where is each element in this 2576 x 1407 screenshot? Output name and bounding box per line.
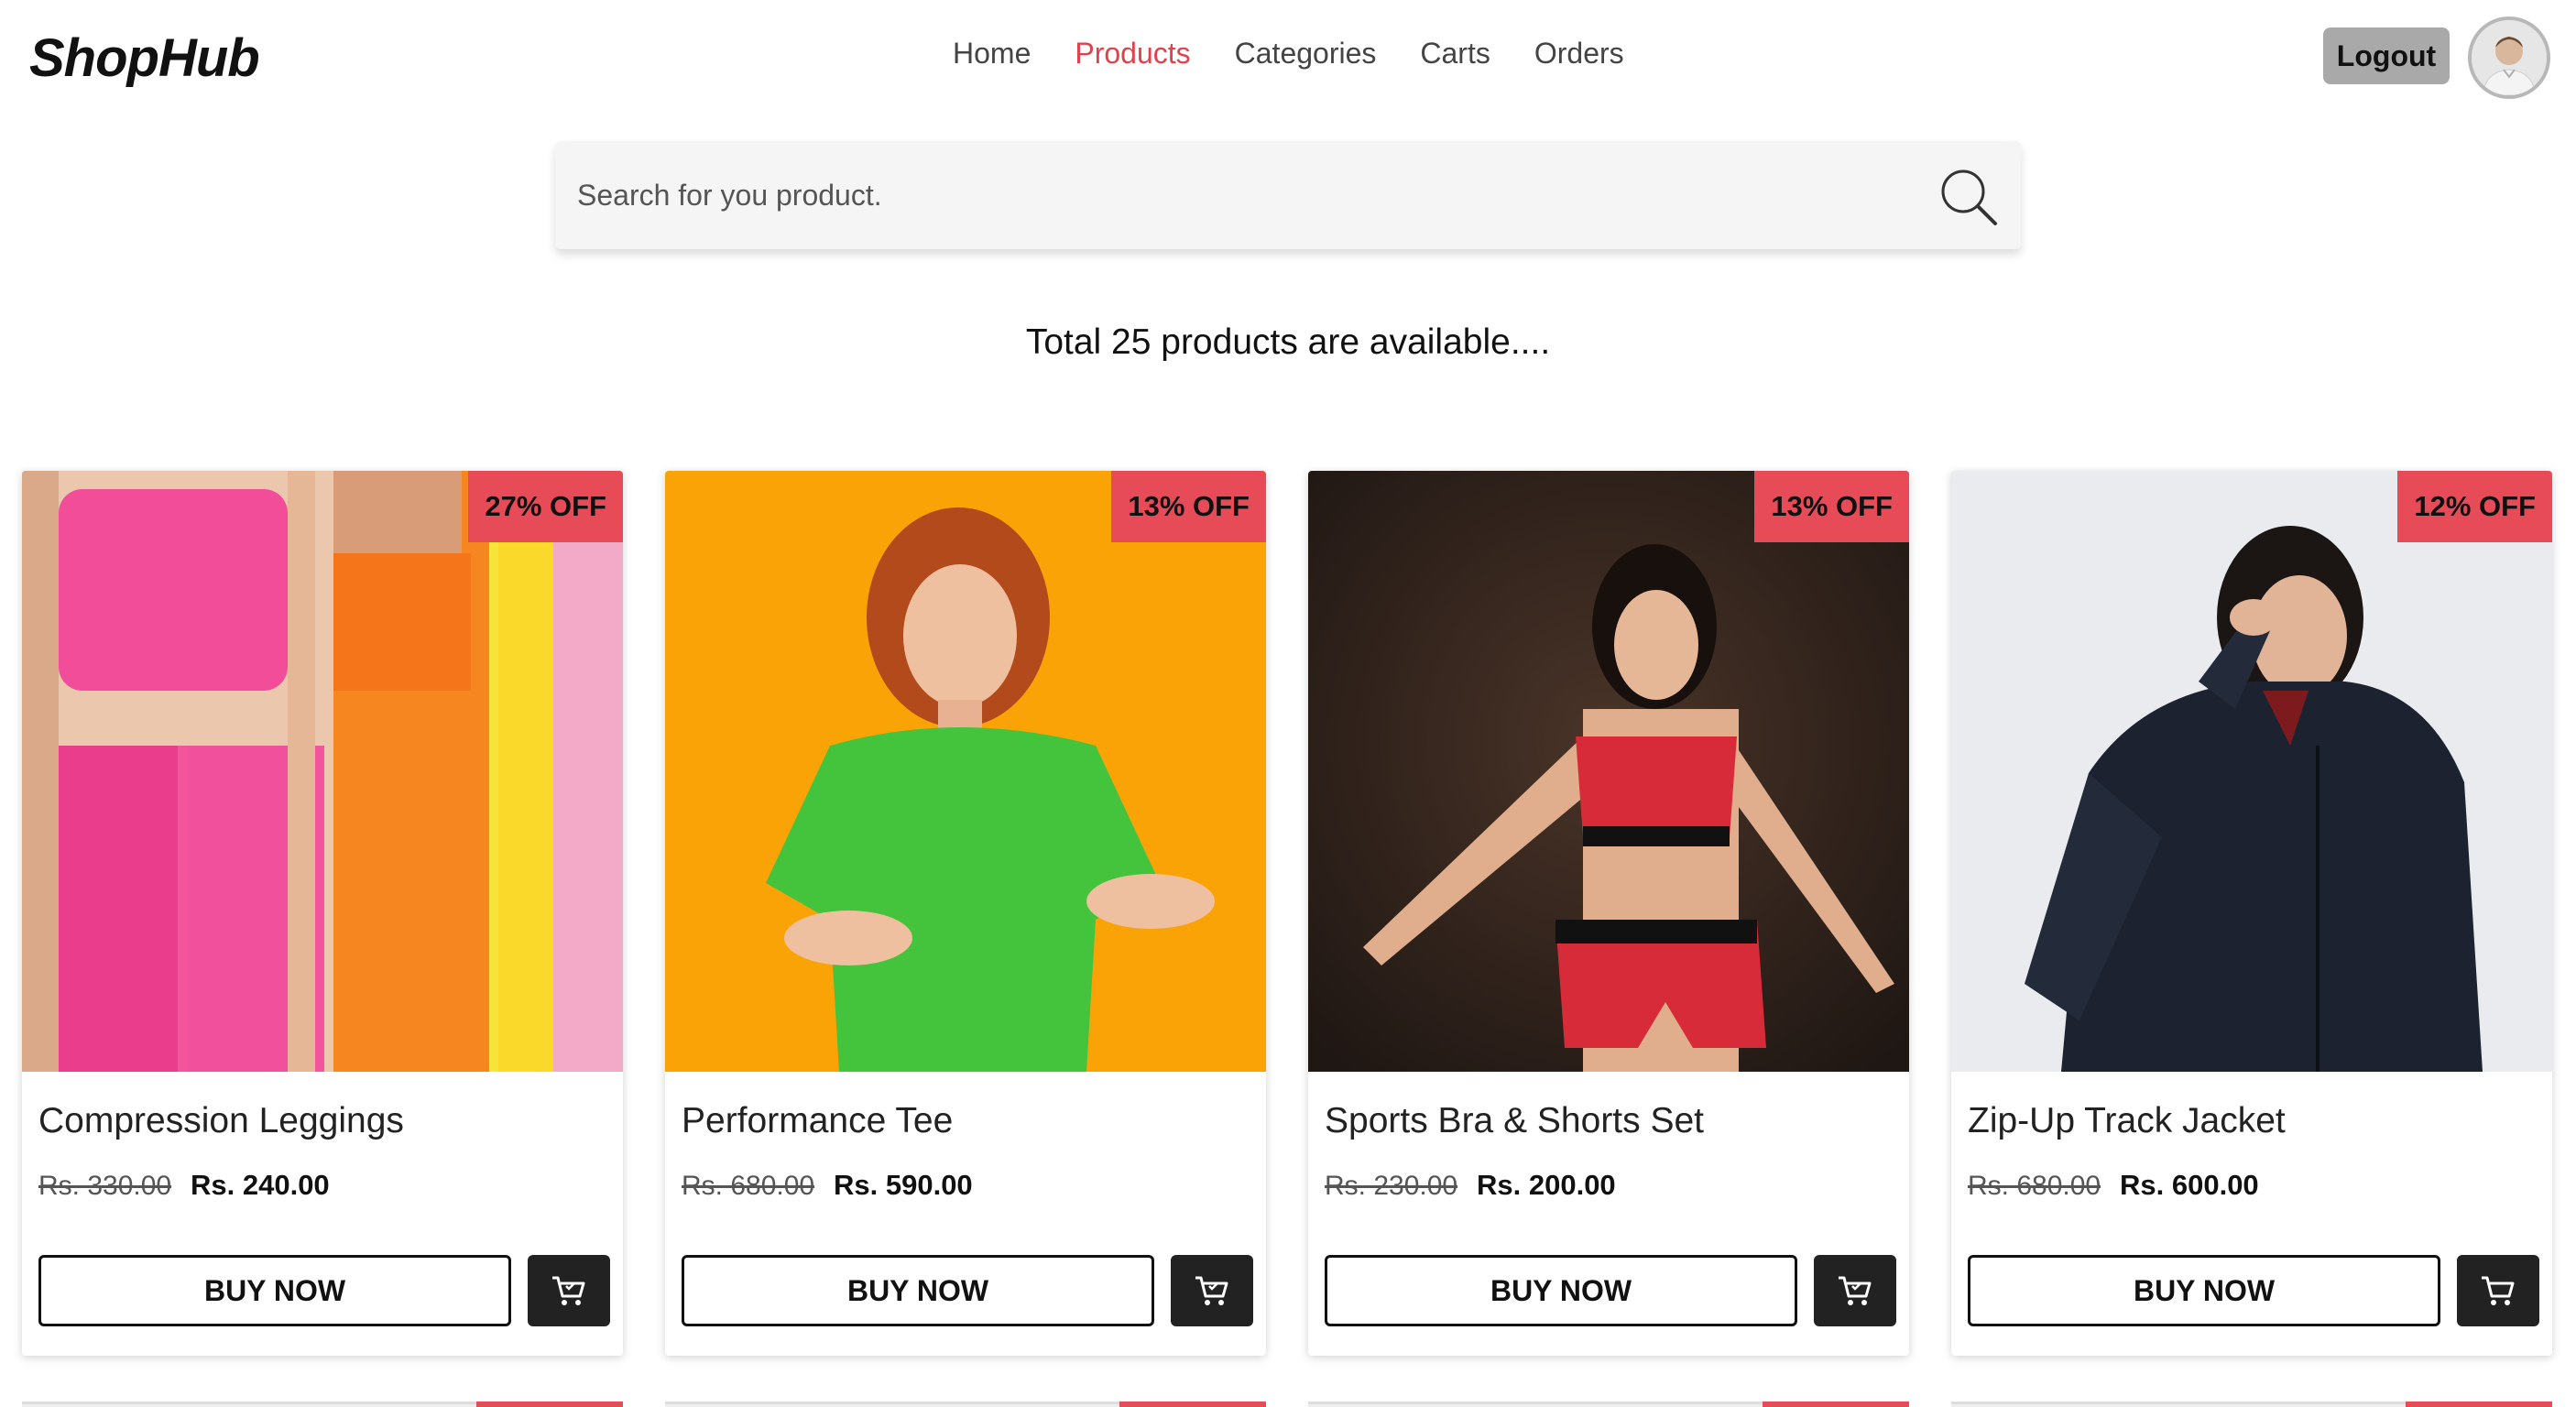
nav-orders[interactable]: Orders <box>1534 37 1624 71</box>
add-to-cart-button[interactable] <box>1814 1255 1896 1326</box>
product-card[interactable]: 27% OFF Compression Leggings Rs. 330.00 … <box>22 471 623 1356</box>
search-icon[interactable] <box>1937 165 2001 229</box>
main-nav: Home Products Categories Carts Orders <box>953 37 1624 71</box>
nav-categories[interactable]: Categories <box>1235 37 1377 71</box>
brand-logo[interactable]: ShopHub <box>29 27 260 89</box>
buy-now-button[interactable]: BUY NOW <box>682 1255 1154 1326</box>
product-card[interactable]: 12% OFF Zip-Up Track Jacket Rs. 680.00 R… <box>1951 471 2552 1356</box>
search-input[interactable] <box>577 169 1896 222</box>
product-card[interactable]: 13% OFF Sports Bra & Shorts Set Rs. 230.… <box>1308 471 1909 1356</box>
buy-now-button[interactable]: BUY NOW <box>38 1255 511 1326</box>
add-to-cart-button[interactable] <box>1171 1255 1253 1326</box>
user-avatar-icon <box>2472 20 2547 95</box>
product-name[interactable]: Compression Leggings <box>38 1101 404 1141</box>
add-to-cart-button[interactable] <box>2457 1255 2539 1326</box>
product-image[interactable] <box>1951 471 2552 1072</box>
buy-now-button[interactable]: BUY NOW <box>1325 1255 1797 1326</box>
discount-badge: 13% OFF <box>1111 471 1266 542</box>
original-price: Rs. 680.00 <box>682 1171 815 1201</box>
product-name[interactable]: Performance Tee <box>682 1101 953 1141</box>
sale-price: Rs. 590.00 <box>834 1169 973 1201</box>
nav-products[interactable]: Products <box>1075 37 1190 71</box>
product-card-peek <box>665 1402 1266 1407</box>
product-image[interactable] <box>1308 471 1909 1072</box>
cart-icon <box>1195 1276 1228 1305</box>
product-image[interactable] <box>22 471 623 1072</box>
cart-icon <box>552 1276 585 1305</box>
product-card-peek <box>22 1402 623 1407</box>
discount-badge: 27% OFF <box>468 471 623 542</box>
original-price: Rs. 330.00 <box>38 1171 172 1201</box>
product-card-peek <box>1308 1402 1909 1407</box>
product-name[interactable]: Sports Bra & Shorts Set <box>1325 1101 1704 1141</box>
sale-price: Rs. 600.00 <box>2120 1169 2259 1201</box>
sale-price: Rs. 240.00 <box>191 1169 330 1201</box>
original-price: Rs. 230.00 <box>1325 1171 1458 1201</box>
avatar[interactable] <box>2468 16 2550 99</box>
product-count-text: Total 25 products are available.... <box>1025 322 1551 362</box>
product-name[interactable]: Zip-Up Track Jacket <box>1968 1101 2286 1141</box>
discount-badge: 13% OFF <box>1754 471 1909 542</box>
discount-badge: 12% OFF <box>2397 471 2552 542</box>
nav-home[interactable]: Home <box>953 37 1031 71</box>
cart-icon <box>1839 1276 1872 1305</box>
original-price: Rs. 680.00 <box>1968 1171 2101 1201</box>
add-to-cart-button[interactable] <box>528 1255 610 1326</box>
sale-price: Rs. 200.00 <box>1477 1169 1616 1201</box>
buy-now-button[interactable]: BUY NOW <box>1968 1255 2440 1326</box>
search-bar <box>555 141 2021 249</box>
product-card[interactable]: 13% OFF Performance Tee Rs. 680.00 Rs. 5… <box>665 471 1266 1356</box>
cart-icon <box>2482 1276 2515 1305</box>
product-image[interactable] <box>665 471 1266 1072</box>
product-card-peek <box>1951 1402 2552 1407</box>
nav-carts[interactable]: Carts <box>1420 37 1490 71</box>
logout-button[interactable]: Logout <box>2323 27 2450 84</box>
